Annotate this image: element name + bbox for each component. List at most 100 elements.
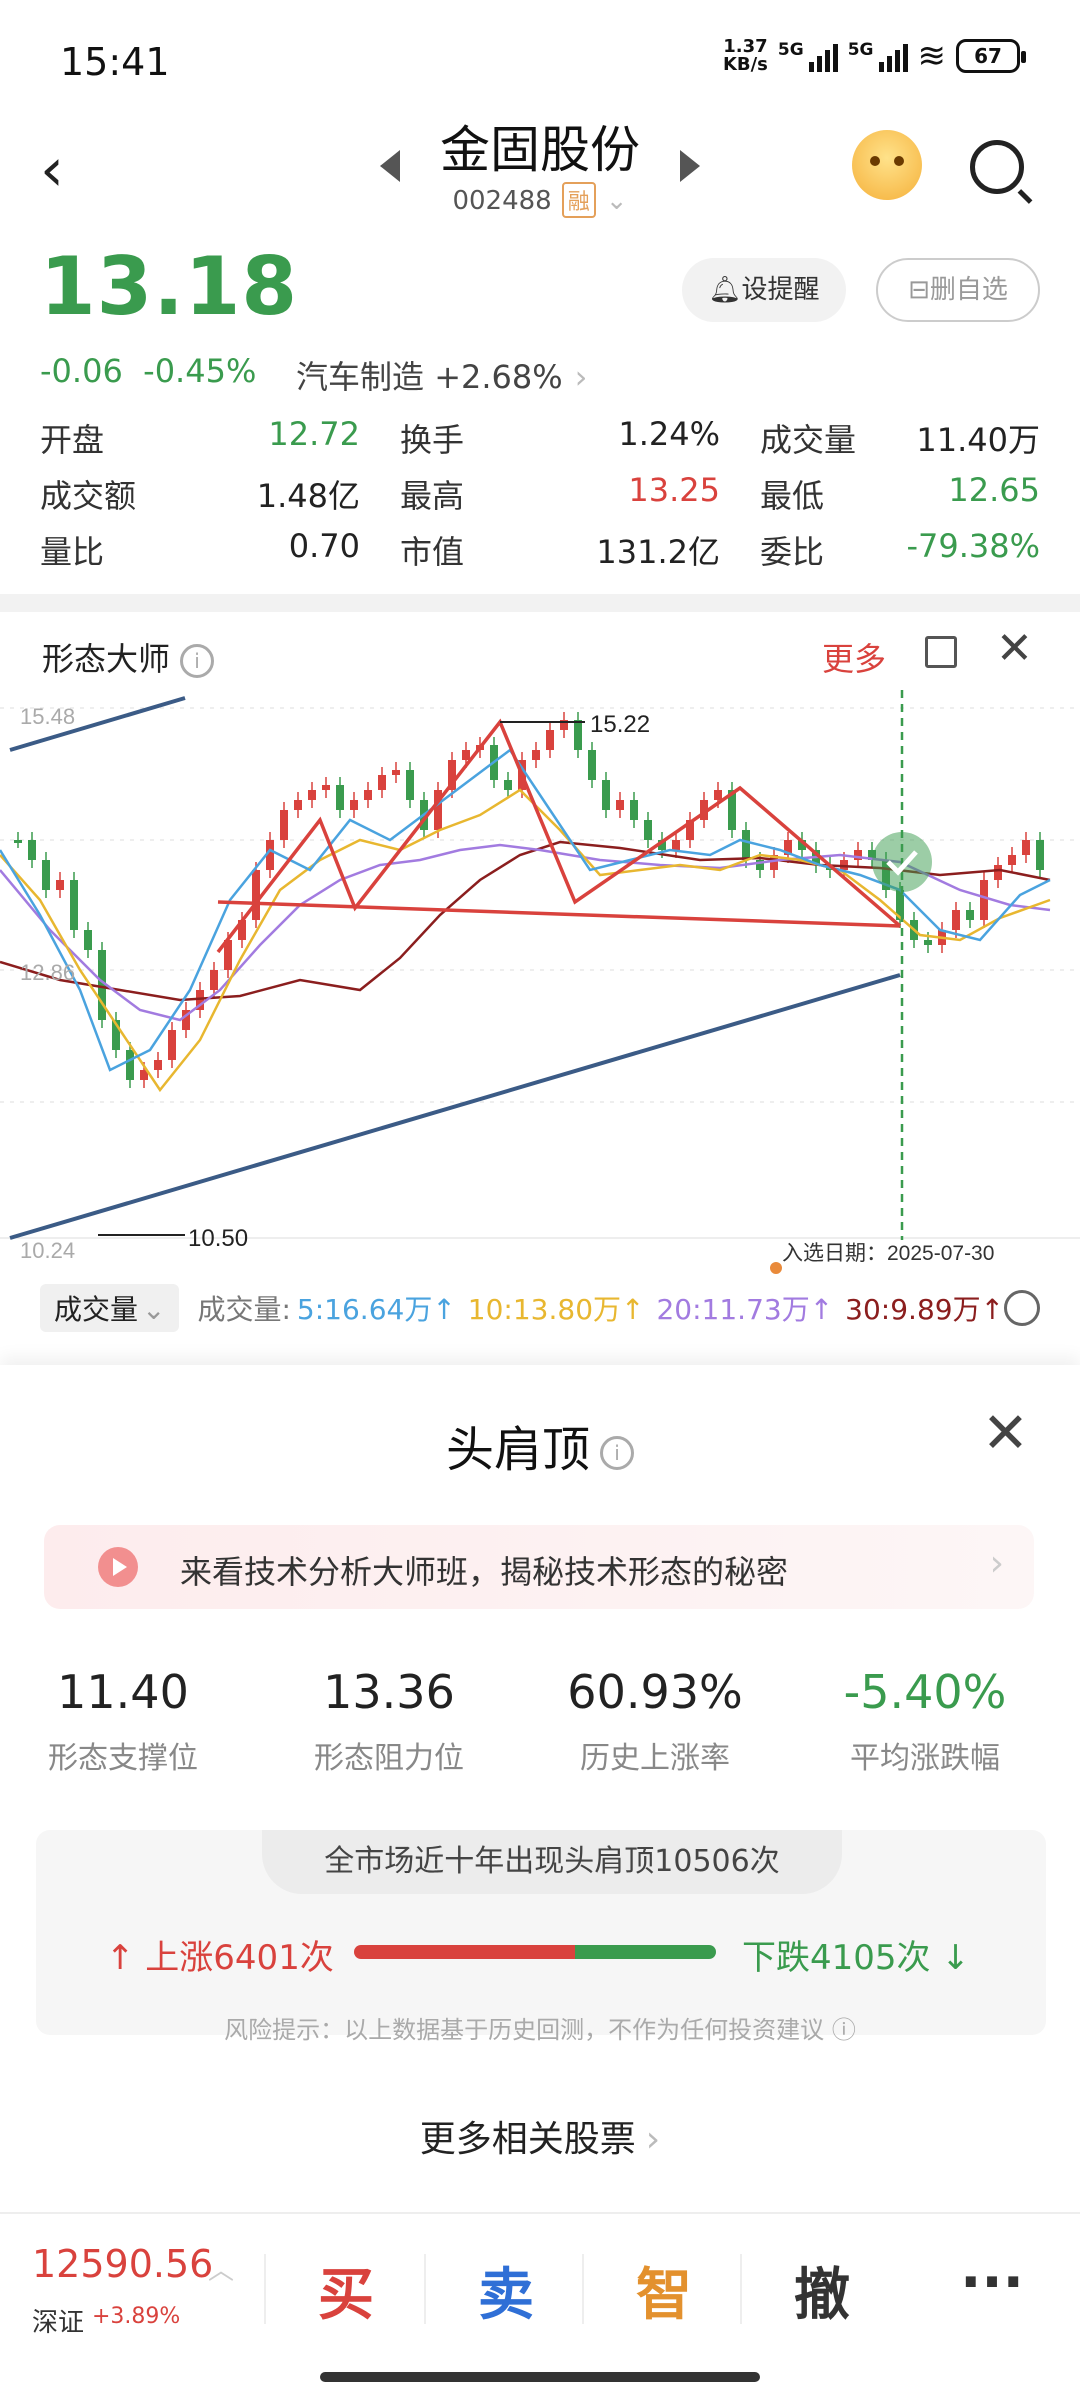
chevron-down-icon[interactable]: ⌄: [606, 186, 628, 216]
candle-body: [504, 780, 512, 790]
metric-value: 11.40: [57, 1665, 189, 1719]
stock-header: ‹ 金固股份 002488 融 ⌄: [0, 110, 1080, 230]
index-value[interactable]: 12590.56: [32, 2242, 213, 2286]
candle-body: [308, 790, 316, 800]
remove-watchlist-button[interactable]: ⊟删自选: [876, 258, 1040, 322]
more-related-stocks-link[interactable]: 更多相关股票 ›: [0, 2110, 1080, 2162]
current-price: 13.18: [40, 240, 299, 333]
candle-body: [630, 800, 638, 820]
stat-value: 1.48亿: [256, 477, 360, 515]
arrow-up-icon: ↑: [106, 1938, 146, 1978]
candle-body: [14, 840, 22, 843]
search-icon[interactable]: [970, 140, 1024, 194]
chevron-right-icon: ›: [989, 1543, 1004, 1584]
candle-body: [602, 780, 610, 810]
stat-label: 市值: [400, 533, 465, 571]
close-icon[interactable]: ✕: [996, 624, 1033, 674]
index-name: 深证: [32, 2308, 85, 2338]
action-separator: [582, 2254, 584, 2324]
head-shoulders-pattern: [216, 718, 902, 954]
trade-action-button[interactable]: 卖: [436, 2250, 576, 2331]
stat-cell: 换手 1.24%: [400, 415, 760, 461]
down-ratio-fill: [574, 1945, 716, 1959]
stat-label: 成交量: [760, 421, 857, 459]
grid-lines: [0, 707, 1080, 1239]
stat-cell: 成交量 11.40万: [760, 415, 1040, 461]
candle-body: [406, 770, 414, 800]
candle-body: [994, 865, 1002, 880]
stat-value: 131.2亿: [596, 533, 720, 571]
margin-badge: 融: [561, 182, 596, 218]
ma20-volume: 20:11.73万↑: [656, 1293, 834, 1326]
stat-label: 最低: [760, 477, 825, 515]
candle-body: [154, 1060, 162, 1070]
settings-gear-icon[interactable]: [1004, 1290, 1040, 1326]
info-icon[interactable]: i: [600, 1436, 634, 1470]
more-link[interactable]: 更多: [822, 634, 886, 680]
kline-chart[interactable]: 15.22 10.50 15.48 12.86 10.24 入选日期：2025-…: [0, 690, 1080, 1280]
candle-body: [126, 1050, 134, 1080]
up-ratio-fill: [354, 1945, 575, 1959]
indicator-selector[interactable]: 成交量 ⌄: [40, 1284, 180, 1332]
stat-row: 开盘 12.72 换手 1.24% 成交量 11.40万: [40, 410, 1040, 466]
channel-lower: [9, 973, 901, 1240]
status-icons: 1.37 KB/s 5G 5G ≋ 67: [723, 38, 1026, 74]
candle-body: [462, 750, 470, 760]
metric-value: 60.93%: [567, 1665, 743, 1719]
action-separator: [740, 2254, 742, 2324]
risk-note: 风险提示：以上数据基于历史回测，不作为任何投资建议 ⓘ: [224, 2016, 856, 2044]
metric-label: 历史上涨率: [580, 1741, 730, 1776]
info-icon[interactable]: ⓘ: [832, 2016, 856, 2044]
candle-body: [378, 775, 386, 790]
stat-cell: 量比 0.70: [40, 527, 400, 573]
candle-body: [350, 800, 358, 810]
pattern-master-title: 形态大师 i: [42, 634, 215, 680]
play-icon: [98, 1547, 138, 1587]
status-bar: 15:41 1.37 KB/s 5G 5G ≋ 67: [0, 0, 1080, 120]
chevron-right-icon: ›: [645, 2119, 661, 2160]
candle-body: [336, 785, 344, 810]
home-indicator[interactable]: [320, 2372, 760, 2382]
candle-body: [546, 730, 554, 750]
candle-body: [28, 840, 36, 860]
candle-body: [966, 910, 974, 920]
pattern-title: 头肩顶 i: [0, 1410, 1080, 1480]
sector-link[interactable]: 汽车制造 +2.68% ›: [296, 352, 587, 398]
chevron-right-icon: ›: [574, 358, 588, 396]
next-stock-icon[interactable]: [680, 150, 700, 182]
index-change: +3.89%: [92, 2304, 181, 2329]
course-banner[interactable]: 来看技术分析大师班，揭秘技术形态的秘密 ›: [44, 1525, 1034, 1609]
pattern-metric: 11.40 形态支撑位: [0, 1665, 258, 1777]
section-divider: [0, 594, 1080, 612]
trade-action-button[interactable]: 撤: [752, 2250, 892, 2331]
mascot-icon[interactable]: [852, 130, 922, 200]
info-icon[interactable]: i: [180, 644, 215, 678]
more-dots-icon[interactable]: ···: [922, 2250, 1062, 2315]
chevron-up-icon[interactable]: ︿: [208, 2250, 234, 2287]
candle-body: [574, 720, 582, 750]
external-link-icon[interactable]: [925, 636, 957, 668]
stat-cell: 委比 -79.38%: [760, 527, 1040, 573]
candle-body: [742, 830, 750, 860]
status-time: 15:41: [60, 40, 170, 84]
stat-cell: 市值 131.2亿: [400, 527, 760, 573]
candle-body: [616, 800, 624, 810]
candle-body: [70, 880, 78, 930]
set-alert-button[interactable]: 🔔︎设提醒: [682, 258, 846, 322]
trade-action-button[interactable]: 智: [594, 2250, 734, 2331]
stat-label: 量比: [40, 533, 105, 571]
price-change: -0.06 -0.45%: [40, 352, 257, 390]
y-axis-mid-label: 12.86: [20, 960, 75, 985]
stat-value: 0.70: [288, 527, 360, 565]
candle-body: [364, 790, 372, 800]
metric-label: 形态支撑位: [48, 1741, 198, 1776]
stat-cell: 开盘 12.72: [40, 415, 400, 461]
stat-value: 11.40万: [916, 421, 1040, 459]
close-sheet-icon[interactable]: ✕: [982, 1404, 1029, 1464]
stat-value: 1.24%: [618, 415, 720, 453]
ma10-volume: 10:13.80万↑: [467, 1293, 645, 1326]
y-axis-bottom-label: 10.24: [20, 1238, 75, 1263]
stat-value: -79.38%: [906, 527, 1040, 565]
trade-action-button[interactable]: 买: [276, 2250, 416, 2331]
stat-label: 开盘: [40, 421, 105, 459]
